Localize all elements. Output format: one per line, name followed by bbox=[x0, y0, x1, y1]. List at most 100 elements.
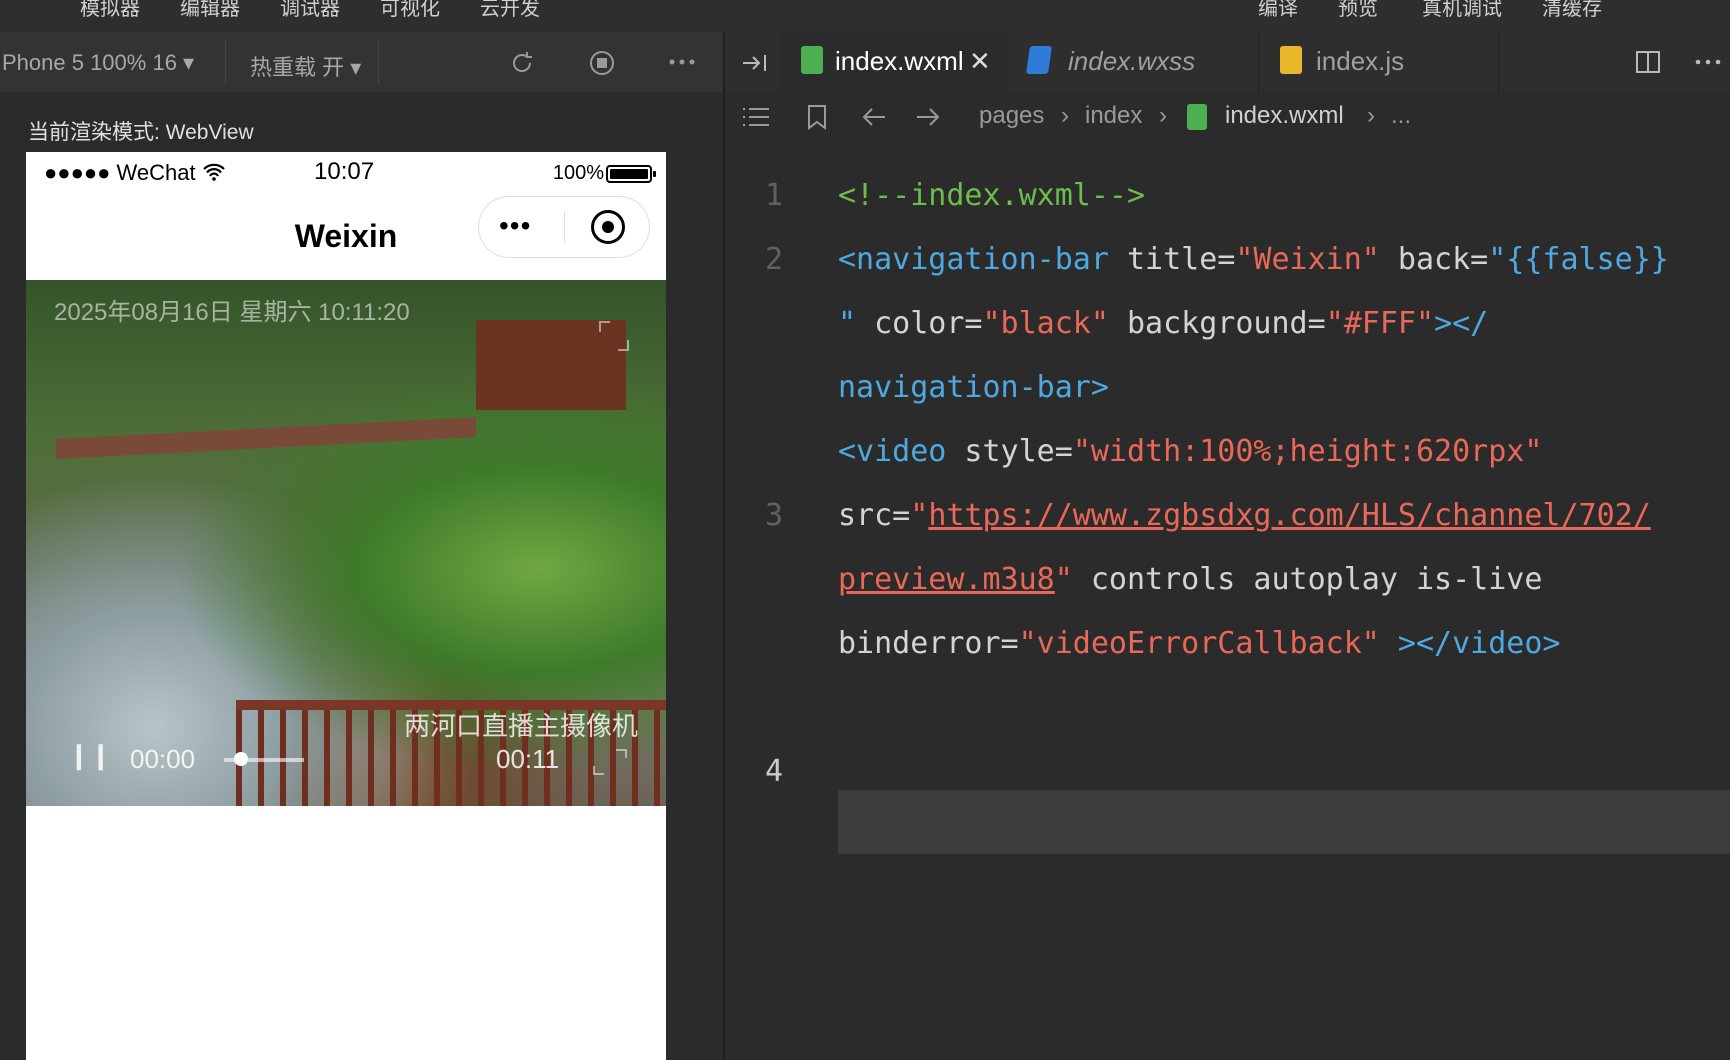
top-menu-bar: 模拟器 编辑器 调试器 可视化 云开发 编译 预览 真机调试 清缓存 bbox=[0, 0, 1730, 32]
comment-token: <!--index.wxml--> bbox=[838, 178, 1146, 213]
hot-reload-label: 热重载 开 bbox=[250, 55, 345, 80]
attr-token: background= bbox=[1108, 306, 1326, 341]
string-token: " bbox=[910, 498, 929, 533]
video-progress-knob[interactable] bbox=[234, 752, 248, 766]
breadcrumb-file[interactable]: index.wxml bbox=[1225, 102, 1344, 130]
wxml-file-icon bbox=[801, 46, 823, 74]
menu-compile[interactable]: 编译 bbox=[1258, 0, 1298, 21]
forward-arrow-icon[interactable] bbox=[915, 106, 941, 128]
device-select-label: Phone 5 100% 16 bbox=[2, 50, 177, 75]
menu-visual[interactable]: 可视化 bbox=[380, 0, 440, 21]
code-line-3-wrap: src="https://www.zgbsdxg.com/HLS/channel… bbox=[838, 498, 1651, 533]
toolbar-divider bbox=[225, 40, 226, 84]
wifi-icon bbox=[202, 163, 225, 181]
line-number: 1 bbox=[765, 178, 784, 213]
carrier-label: ●●●●● WeChat bbox=[44, 160, 226, 186]
battery-percent: 100% bbox=[552, 162, 604, 184]
tab-label: index.wxml bbox=[835, 46, 964, 76]
tag-token: <navigation-bar bbox=[838, 242, 1109, 277]
refresh-icon[interactable] bbox=[508, 49, 536, 77]
attr-token: binderror= bbox=[838, 626, 1019, 661]
code-line-3: <video style="width:100%;height:620rpx" bbox=[838, 434, 1542, 469]
code-line-3-wrap: binderror="videoErrorCallback" ></video> bbox=[838, 626, 1560, 661]
hot-reload-toggle[interactable]: 热重载 开 ▾ bbox=[250, 50, 361, 82]
string-token: " bbox=[1054, 562, 1073, 597]
code-line-2-wrap: " color="black" background="#FFF"></ bbox=[838, 306, 1488, 341]
js-file-icon bbox=[1280, 46, 1302, 74]
video-scene-bridge bbox=[56, 416, 476, 460]
capsule-divider bbox=[564, 211, 565, 243]
carrier-text: ●●●●● WeChat bbox=[44, 160, 196, 185]
menu-device-debug[interactable]: 真机调试 bbox=[1422, 0, 1502, 21]
more-icon[interactable] bbox=[668, 58, 696, 66]
string-token: "black" bbox=[982, 306, 1109, 341]
attr-token: style= bbox=[946, 434, 1073, 469]
close-icon[interactable]: ✕ bbox=[969, 46, 991, 77]
editor-tab-bar: index.wxml ✕ index.wxss index.js bbox=[725, 32, 1730, 92]
attr-token: title= bbox=[1108, 242, 1236, 277]
video-current-time: 00:00 bbox=[130, 744, 196, 774]
breadcrumb-sep: › bbox=[1159, 102, 1167, 129]
attr-token: back= bbox=[1379, 242, 1489, 277]
line-number: 3 bbox=[765, 498, 784, 533]
stop-icon[interactable] bbox=[588, 49, 616, 77]
string-token: "width:100%;height:620rpx" bbox=[1072, 434, 1543, 469]
breadcrumb-index[interactable]: index bbox=[1085, 102, 1142, 130]
expr-token: " bbox=[838, 306, 857, 341]
collapse-sidebar-icon[interactable] bbox=[741, 52, 769, 74]
video-player[interactable]: 2025年08月16日 星期六 10:11:20 两河口直播主摄像机 ❙❙ 00… bbox=[26, 280, 666, 806]
menu-debugger[interactable]: 调试器 bbox=[280, 0, 340, 21]
video-timestamp: 2025年08月16日 星期六 10:11:20 bbox=[54, 299, 410, 326]
render-mode-label: 当前渲染模式: WebView bbox=[28, 121, 254, 144]
navigation-bar: Weixin ••• bbox=[26, 196, 666, 280]
tab-index-wxml[interactable]: index.wxml ✕ bbox=[779, 32, 1007, 92]
tab-index-wxss[interactable]: index.wxss bbox=[1006, 32, 1259, 92]
capsule-close-icon[interactable] bbox=[591, 210, 625, 244]
outline-list-icon[interactable] bbox=[741, 106, 771, 128]
play-pause-button[interactable]: ❙❙ bbox=[68, 740, 112, 771]
tag-token: navigation-bar> bbox=[838, 370, 1109, 405]
breadcrumb-pages[interactable]: pages bbox=[979, 102, 1044, 130]
expr-token: "{{false}} bbox=[1488, 242, 1669, 277]
code-line-3-wrap: preview.m3u8" controls autoplay is-live bbox=[838, 562, 1542, 597]
menu-simulator[interactable]: 模拟器 bbox=[80, 0, 140, 21]
bookmark-icon[interactable] bbox=[807, 104, 827, 130]
menu-clear-cache[interactable]: 清缓存 bbox=[1542, 0, 1602, 21]
attr-token: controls autoplay is-live bbox=[1072, 562, 1543, 597]
tab-index-js[interactable]: index.js bbox=[1258, 32, 1499, 92]
toolbar-divider bbox=[378, 40, 379, 84]
status-time: 10:07 bbox=[314, 158, 375, 185]
url-link[interactable]: preview.m3u8 bbox=[838, 562, 1055, 597]
attr-token: src= bbox=[838, 498, 911, 533]
wxss-file-icon bbox=[1026, 46, 1052, 74]
menu-cloud[interactable]: 云开发 bbox=[480, 0, 540, 21]
capsule-more-button[interactable]: ••• bbox=[499, 210, 531, 242]
fullscreen-icon[interactable] bbox=[590, 746, 630, 778]
tag-token: ></video> bbox=[1379, 626, 1561, 661]
editor-more-icon[interactable] bbox=[1695, 58, 1721, 66]
video-duration: 00:11 bbox=[496, 744, 560, 774]
code-line-2: <navigation-bar title="Weixin" back="{{f… bbox=[838, 242, 1669, 277]
simulator-panel: Phone 5 100% 16 ▾ 热重载 开 ▾ 当前渲染模式: WebVie… bbox=[0, 32, 723, 1060]
breadcrumb-sep: › bbox=[1367, 102, 1375, 129]
menu-preview[interactable]: 预览 bbox=[1338, 0, 1378, 21]
device-select[interactable]: Phone 5 100% 16 ▾ bbox=[2, 50, 194, 76]
split-editor-icon[interactable] bbox=[1635, 50, 1661, 74]
menu-editor[interactable]: 编辑器 bbox=[180, 0, 240, 21]
back-arrow-icon[interactable] bbox=[861, 106, 887, 128]
line-number: 2 bbox=[765, 242, 784, 277]
fullscreen-top-icon[interactable] bbox=[596, 318, 632, 354]
code-line-2-wrap: navigation-bar> bbox=[838, 370, 1109, 405]
breadcrumb-sep: › bbox=[1061, 102, 1069, 129]
battery-icon bbox=[606, 165, 656, 183]
line-number: 4 bbox=[765, 754, 784, 789]
camera-label: 两河口直播主摄像机 bbox=[404, 711, 639, 741]
current-line-highlight bbox=[838, 790, 1730, 854]
breadcrumb-more[interactable]: ... bbox=[1391, 102, 1411, 130]
capsule-menu: ••• bbox=[478, 196, 650, 258]
tab-label: index.js bbox=[1316, 46, 1405, 76]
string-token: "Weixin" bbox=[1235, 242, 1380, 277]
simulator-toolbar: Phone 5 100% 16 ▾ 热重载 开 ▾ bbox=[0, 32, 723, 92]
phone-screen: ●●●●● WeChat 10:07 100% Weixin ••• 2025年… bbox=[26, 152, 666, 1060]
url-link[interactable]: https://www.zgbsdxg.com/HLS/channel/702/ bbox=[928, 498, 1650, 533]
